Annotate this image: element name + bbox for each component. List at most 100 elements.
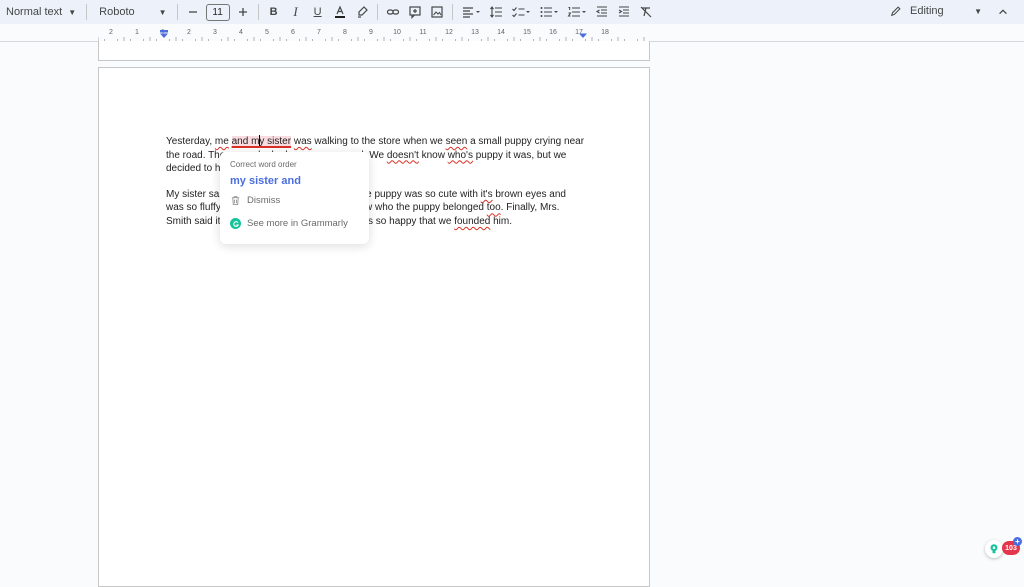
grammarly-badge[interactable]: 103 + bbox=[983, 537, 1023, 560]
see-more-label: See more in Grammarly bbox=[247, 218, 348, 229]
link-icon bbox=[386, 9, 399, 15]
insert-link-button[interactable] bbox=[382, 1, 404, 23]
hide-menus-button[interactable] bbox=[992, 1, 1014, 23]
ruler-number: 11 bbox=[419, 29, 427, 36]
ruler-number: 1 bbox=[135, 29, 139, 36]
bulleted-list-dropdown[interactable] bbox=[535, 1, 563, 23]
text-run: know bbox=[418, 149, 448, 161]
chevron-up-icon bbox=[999, 9, 1007, 15]
font-size-input[interactable]: 11 bbox=[205, 3, 230, 21]
caret-down-icon: ▼ bbox=[68, 7, 77, 17]
grammar-error-seen[interactable]: seen bbox=[446, 136, 468, 147]
premium-plus-icon: + bbox=[1013, 537, 1022, 546]
decrease-font-size-button[interactable] bbox=[182, 1, 204, 23]
ruler-number: 16 bbox=[549, 29, 557, 36]
add-comment-icon bbox=[408, 6, 421, 19]
bold-icon: B bbox=[269, 6, 278, 18]
bulleted-list-icon bbox=[540, 7, 558, 17]
underline-icon: U bbox=[313, 6, 322, 18]
grammar-error-doesnt[interactable]: doesn't bbox=[387, 150, 419, 161]
suggestion-heading: Correct word order bbox=[230, 160, 297, 169]
grammar-error-me[interactable]: me bbox=[215, 136, 229, 147]
text-run: walking to the store when we bbox=[311, 136, 446, 147]
grammar-error-its[interactable]: it's bbox=[481, 189, 493, 200]
text-run: and m bbox=[231, 136, 260, 147]
font-family-label: Roboto bbox=[99, 6, 135, 18]
grammar-error-was[interactable]: was bbox=[294, 136, 312, 147]
clear-formatting-button[interactable] bbox=[635, 1, 657, 23]
accept-suggestion-button[interactable]: my sister and bbox=[230, 175, 359, 187]
ruler-number: 9 bbox=[369, 29, 373, 36]
text-color-button[interactable] bbox=[329, 1, 351, 23]
image-icon bbox=[430, 6, 443, 18]
ruler-number: 3 bbox=[213, 29, 217, 36]
dismiss-label: Dismiss bbox=[247, 195, 281, 206]
ruler-number: 8 bbox=[343, 29, 347, 36]
previous-page bbox=[98, 41, 650, 61]
underline-button[interactable]: U bbox=[307, 1, 329, 23]
dismiss-button[interactable]: Dismiss bbox=[230, 195, 359, 206]
highlighter-icon bbox=[357, 6, 368, 18]
align-dropdown[interactable] bbox=[457, 1, 485, 23]
toolbar-divider bbox=[86, 4, 88, 20]
ruler-number: 4 bbox=[239, 29, 243, 36]
ruler-number: 14 bbox=[497, 29, 505, 36]
grammar-error-too[interactable]: too bbox=[487, 202, 501, 213]
increase-indent-icon bbox=[618, 6, 629, 17]
text-run: y sister bbox=[259, 136, 292, 147]
trash-icon bbox=[231, 196, 240, 206]
numbered-list-icon bbox=[567, 7, 586, 17]
bold-button[interactable]: B bbox=[263, 1, 285, 23]
text-run: him. bbox=[490, 215, 513, 227]
see-more-in-grammarly-button[interactable]: See more in Grammarly bbox=[230, 218, 359, 229]
ruler-number: 10 bbox=[393, 29, 401, 36]
decrease-indent-button[interactable] bbox=[591, 1, 613, 23]
ruler-number: 2 bbox=[187, 29, 191, 36]
left-indent-marker-icon[interactable] bbox=[159, 30, 169, 40]
toolbar-divider bbox=[451, 4, 453, 20]
insert-image-button[interactable] bbox=[426, 1, 448, 23]
horizontal-ruler[interactable]: 21123456789101112131415161718 bbox=[98, 26, 650, 42]
ruler-number: 15 bbox=[523, 29, 531, 36]
grammarly-suggestion-card: Correct word order my sister and Dismiss… bbox=[220, 152, 369, 244]
paragraph-style-dropdown[interactable]: Normal text ▼ bbox=[0, 1, 82, 23]
grammar-error-founded[interactable]: founded bbox=[454, 216, 490, 227]
increase-font-size-button[interactable] bbox=[232, 1, 254, 23]
increase-indent-button[interactable] bbox=[613, 1, 635, 23]
ruler-number: 5 bbox=[265, 29, 269, 36]
ruler-number: 2 bbox=[109, 29, 113, 36]
formatting-toolbar: Normal text ▼ Roboto ▼ 11 B I U bbox=[0, 0, 1024, 24]
font-family-dropdown[interactable]: Roboto ▼ bbox=[91, 1, 172, 23]
minus-icon bbox=[188, 11, 197, 13]
right-indent-marker-icon[interactable] bbox=[578, 30, 588, 40]
ruler-number: 7 bbox=[317, 29, 321, 36]
ruler-number: 13 bbox=[471, 29, 479, 36]
numbered-list-dropdown[interactable] bbox=[563, 1, 591, 23]
highlight-color-button[interactable] bbox=[351, 1, 373, 23]
checklist-dropdown[interactable] bbox=[507, 1, 535, 23]
editing-mode-dropdown[interactable]: Editing ▼ bbox=[882, 0, 990, 22]
grammar-error-whos[interactable]: who's bbox=[448, 150, 473, 161]
italic-button[interactable]: I bbox=[285, 1, 307, 23]
grammarly-logo-icon bbox=[230, 218, 241, 229]
line-spacing-icon bbox=[489, 6, 502, 18]
text-color-icon bbox=[334, 5, 345, 18]
document-page[interactable]: Yesterday, me and my sister was walking … bbox=[98, 67, 650, 587]
align-left-icon bbox=[462, 7, 480, 18]
caret-down-icon: ▼ bbox=[974, 6, 982, 16]
ruler-number: 18 bbox=[601, 29, 609, 36]
caret-down-icon: ▼ bbox=[158, 7, 167, 17]
editing-mode-label: Editing bbox=[910, 5, 944, 17]
paragraph-style-label: Normal text bbox=[6, 6, 63, 18]
toolbar-divider bbox=[257, 4, 259, 20]
checklist-icon bbox=[511, 7, 530, 18]
toolbar-divider bbox=[176, 4, 178, 20]
insert-comment-button[interactable] bbox=[404, 1, 426, 23]
highlighted-phrase[interactable]: and my sister bbox=[231, 135, 292, 147]
italic-icon: I bbox=[293, 4, 298, 19]
toolbar-divider bbox=[376, 4, 378, 20]
ruler-ticks bbox=[98, 37, 645, 41]
ruler-number: 6 bbox=[291, 29, 295, 36]
line-spacing-button[interactable] bbox=[485, 1, 507, 23]
text-run: Yesterday, bbox=[166, 136, 215, 147]
